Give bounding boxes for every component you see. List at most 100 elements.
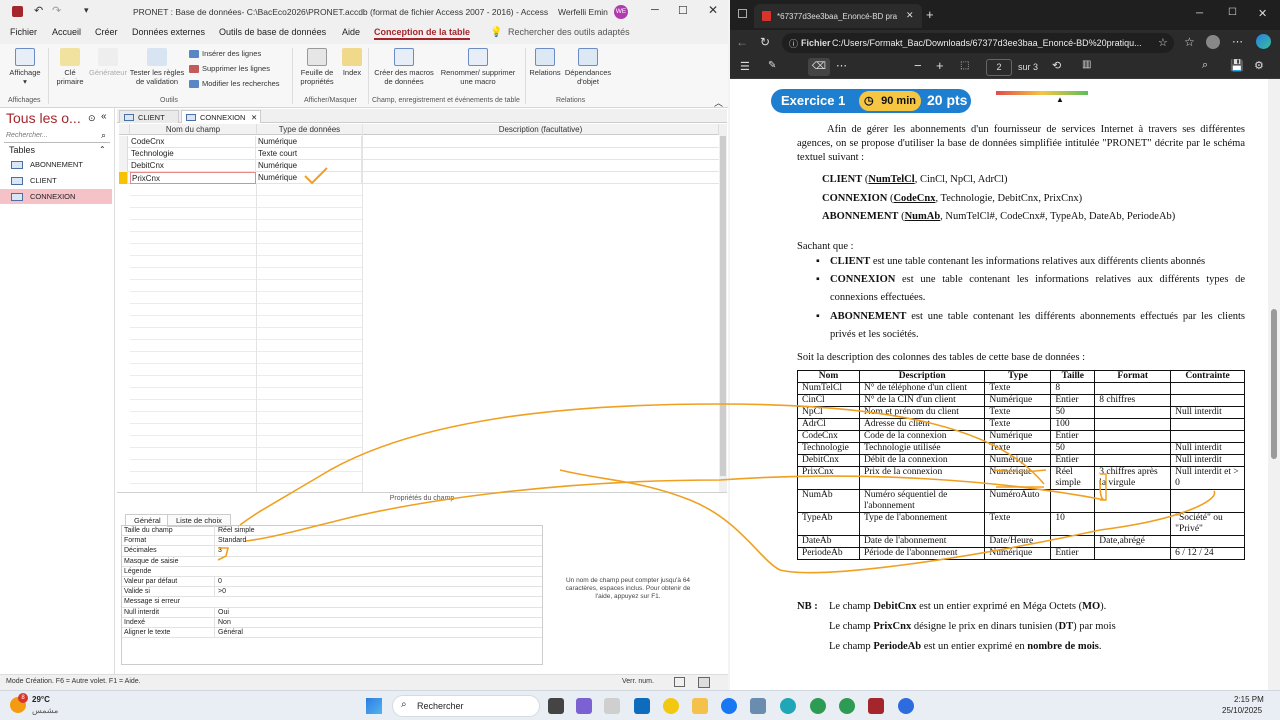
field-row[interactable]: CodeCnx Numérique	[119, 136, 719, 148]
app-icon[interactable]	[750, 698, 766, 714]
data-type-cell[interactable]: Texte court	[257, 148, 362, 160]
relations-button[interactable]: Relations	[528, 48, 562, 77]
search-icon[interactable]: ⌕	[101, 130, 106, 141]
address-bar[interactable]: ⓘ Fichier C:/Users/Formakt_Bac/Downloads…	[782, 33, 1174, 53]
tab-connexion[interactable]: CONNEXION ✕	[181, 110, 261, 123]
close-icon[interactable]: ✕	[1258, 7, 1267, 20]
zoom-out-icon[interactable]: −	[914, 58, 922, 73]
property-value[interactable]: >0	[214, 587, 540, 598]
row-selector[interactable]	[119, 148, 128, 160]
taskbar-search[interactable]: ⌕ Rechercher	[392, 695, 540, 717]
field-name-cell[interactable]: PrixCnx	[130, 172, 256, 184]
property-value[interactable]: 0	[214, 577, 540, 587]
insert-rows-button[interactable]: Insérer des lignes	[189, 49, 261, 58]
property-sheet-button[interactable]: Feuille de propriétés	[296, 48, 338, 86]
field-name-cell[interactable]: CodeCnx	[130, 136, 256, 148]
facebook-icon[interactable]	[721, 698, 737, 714]
nav-menu-icon[interactable]: ⊙	[88, 113, 96, 124]
property-row[interactable]: Aligner le texte Général	[122, 628, 542, 639]
property-row[interactable]: Message si erreur	[122, 597, 542, 608]
close-icon[interactable]: ✕	[708, 3, 718, 17]
favorites-icon[interactable]: ☆	[1184, 35, 1195, 49]
more-tools-icon[interactable]: ⋯	[836, 59, 847, 72]
tab-client[interactable]: CLIENT	[119, 110, 179, 123]
close-tab-icon[interactable]: ✕	[251, 111, 257, 124]
browser-icon[interactable]	[839, 698, 855, 714]
test-validation-button[interactable]: Tester les règles de validation	[128, 48, 186, 86]
zoom-icon[interactable]	[898, 698, 914, 714]
tab-aide[interactable]: Aide	[342, 27, 360, 37]
clock-time[interactable]: 2:15 PM	[1234, 695, 1264, 704]
edge-icon[interactable]	[780, 698, 796, 714]
row-selector[interactable]	[119, 136, 128, 148]
nav-item-client[interactable]: CLIENT	[0, 173, 112, 188]
tab-actions-icon[interactable]	[738, 9, 747, 18]
tab-conception-table[interactable]: Conception de la table	[374, 27, 471, 40]
collapse-ribbon-icon[interactable]: ︿	[714, 96, 723, 109]
property-value[interactable]: Non	[214, 617, 540, 628]
tab-outils-bd[interactable]: Outils de base de données	[219, 27, 326, 37]
tab-fichier[interactable]: Fichier	[10, 27, 37, 37]
primary-key-button[interactable]: Clé primaire	[52, 48, 88, 86]
property-value[interactable]: Général	[214, 628, 540, 638]
property-value[interactable]: 3	[214, 546, 540, 557]
contents-icon[interactable]: ☰	[740, 60, 750, 73]
empty-rows[interactable]	[130, 184, 363, 492]
property-row[interactable]: Taille du champ Réel simple	[122, 526, 542, 537]
delete-rows-button[interactable]: Supprimer les lignes	[189, 64, 270, 73]
page-view-icon[interactable]: ▥	[1082, 59, 1091, 70]
save-icon[interactable]: 💾	[1230, 59, 1244, 72]
page-number-input[interactable]: 2	[986, 59, 1012, 76]
user-name[interactable]: Werfelli Emin	[558, 7, 608, 17]
nav-item-connexion[interactable]: CONNEXION	[0, 189, 112, 204]
property-row[interactable]: Indexé Non	[122, 617, 542, 628]
clock-date[interactable]: 25/10/2025	[1222, 706, 1262, 715]
property-value[interactable]: Oui	[214, 607, 540, 618]
property-value[interactable]: Réel simple	[214, 526, 540, 536]
browser-tab-active[interactable]: *67377d3ee3baa_Enoncé-BD pra ✕	[754, 4, 922, 28]
property-value[interactable]: Standard	[214, 536, 540, 547]
section-collapse-icon[interactable]: ⌃	[99, 145, 106, 154]
index-button[interactable]: Index	[340, 48, 364, 77]
profile-avatar[interactable]	[1206, 35, 1220, 49]
app-icon[interactable]	[604, 698, 620, 714]
minimize-icon[interactable]: ─	[1196, 8, 1203, 19]
minimize-icon[interactable]: ─	[651, 4, 659, 16]
info-icon[interactable]: ⓘ	[789, 37, 798, 50]
draw-icon[interactable]: ✎	[768, 60, 776, 71]
redo-icon[interactable]: ↷	[52, 4, 61, 17]
outlook-icon[interactable]	[634, 698, 650, 714]
back-icon[interactable]: ←	[736, 35, 748, 49]
field-row-current[interactable]: PrixCnx Numérique	[119, 172, 719, 184]
tab-donnees-externes[interactable]: Données externes	[132, 27, 205, 37]
grid-scrollbar[interactable]	[719, 124, 727, 492]
data-type-cell[interactable]: Numérique	[257, 136, 362, 148]
nav-section-tables[interactable]: Tables	[9, 145, 35, 155]
browser-icon[interactable]	[810, 698, 826, 714]
field-row[interactable]: Technologie Texte court	[119, 148, 719, 160]
eraser-icon[interactable]: ⌫	[808, 58, 830, 76]
access-taskbar-icon[interactable]	[868, 698, 884, 714]
data-type-cell[interactable]: Numérique	[257, 172, 362, 184]
close-tab-icon[interactable]: ✕	[906, 10, 914, 21]
file-explorer-icon[interactable]	[692, 698, 708, 714]
scrollbar-thumb[interactable]	[720, 136, 726, 476]
create-macros-button[interactable]: Créer des macros de données	[372, 48, 436, 86]
datasheet-view-icon[interactable]	[674, 677, 685, 687]
collapse-nav-icon[interactable]: «	[101, 111, 107, 122]
address-url[interactable]: C:/Users/Formakt_Bac/Downloads/67377d3ee…	[832, 38, 1152, 48]
generator-button[interactable]: Générateur	[88, 48, 128, 77]
property-row[interactable]: Valeur par défaut 0	[122, 577, 542, 588]
field-row[interactable]: DebitCnx Numérique	[119, 160, 719, 172]
search-icon[interactable]: ⌕	[1202, 59, 1208, 72]
row-selector[interactable]	[119, 160, 128, 172]
data-type-cell[interactable]: Numérique	[257, 160, 362, 172]
task-view-icon[interactable]	[548, 698, 564, 714]
refresh-icon[interactable]: ↻	[760, 35, 770, 49]
copilot-icon[interactable]	[1256, 34, 1271, 49]
field-name-cell[interactable]: DebitCnx	[130, 160, 256, 172]
modify-lookups-button[interactable]: Modifier les recherches	[189, 79, 280, 88]
dependencies-button[interactable]: Dépendances d'objet	[562, 48, 614, 86]
property-row[interactable]: Format Standard	[122, 536, 542, 547]
fit-page-icon[interactable]: ⬚	[960, 60, 969, 71]
